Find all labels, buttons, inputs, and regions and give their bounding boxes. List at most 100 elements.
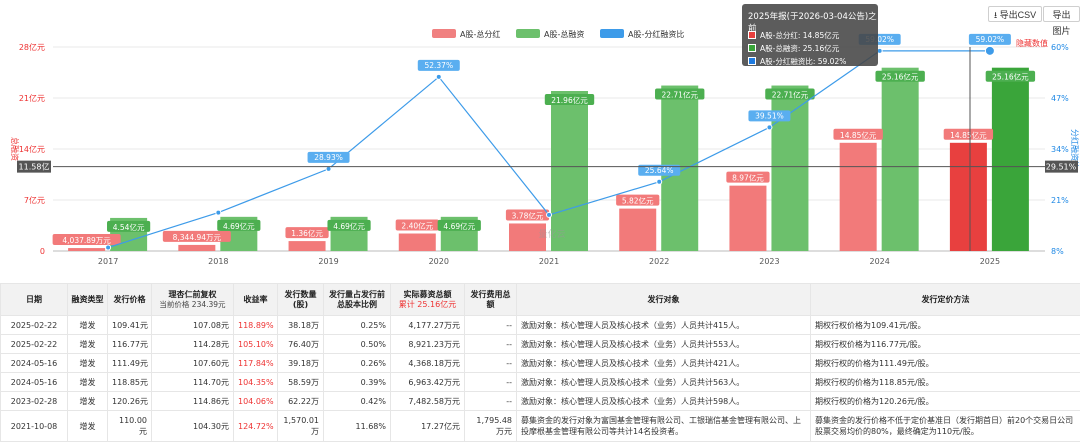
chart-panel: 08%7亿元21%14亿元34%21亿元47%28亿元60%总融资分红融资比A股…: [0, 0, 1080, 272]
table-cell: 激励对象：核心管理人员及核心技术（业务）人员共计563人。: [517, 373, 811, 392]
table-row: 2024-05-16增发118.85元114.70元104.35%58.59万0…: [1, 373, 1080, 392]
table-cell: 期权行权价格为109.41元/股。: [811, 316, 1080, 335]
table-cell: 114.28元: [152, 335, 234, 354]
legend-swatch-icon: [748, 31, 756, 39]
dividend-bar: [619, 209, 656, 251]
table-cell: 期权行权的价格为120.26元/股。: [811, 392, 1080, 411]
col-date[interactable]: 日期: [1, 284, 68, 316]
col-ratio[interactable]: 发行量占发行前总股本比例: [324, 284, 391, 316]
dividend-bar: [729, 186, 766, 251]
col-shares[interactable]: 发行数量(股): [278, 284, 324, 316]
table-cell: 0.39%: [324, 373, 391, 392]
table-cell: 增发: [68, 354, 108, 373]
table-cell: 107.60元: [152, 354, 234, 373]
x-tick-label: 2025: [980, 257, 1000, 266]
table-cell: 104.35%: [234, 373, 278, 392]
col-fee[interactable]: 发行费用总额: [465, 284, 517, 316]
ratio-point: [767, 125, 772, 130]
table-cell: 8,921.23万元: [391, 335, 465, 354]
table-cell: 激励对象：核心管理人员及核心技术（业务）人员共计553人。: [517, 335, 811, 354]
tooltip-row-text: A股-分红融资比: 59.02%: [760, 57, 846, 66]
legend-swatch: [516, 29, 540, 38]
table-cell: --: [465, 354, 517, 373]
table-cell: 105.10%: [234, 335, 278, 354]
x-tick-label: 2021: [539, 257, 559, 266]
y-left-tick-label: 21亿元: [19, 93, 45, 103]
table-cell: 114.86元: [152, 392, 234, 411]
dividend-data-label: 8.97亿元: [732, 173, 764, 183]
dividend-bar: [289, 241, 326, 251]
table-cell: 38.18万: [278, 316, 324, 335]
dividend-bar: [840, 143, 877, 251]
ratio-data-label: 59.02%: [976, 35, 1005, 44]
x-tick-label: 2020: [429, 257, 449, 266]
col-raised[interactable]: 实际募资总额累计 25.16亿元: [391, 284, 465, 316]
table-cell: 2025-02-22: [1, 316, 68, 335]
table-cell: --: [465, 316, 517, 335]
y-left-tick-label: 7亿元: [24, 195, 45, 205]
table-cell: --: [465, 392, 517, 411]
table-cell: 期权行权价格为116.77元/股。: [811, 335, 1080, 354]
table-row: 2025-02-22增发109.41元107.08元118.89%38.18万0…: [1, 316, 1080, 335]
ratio-point: [657, 179, 662, 184]
col-yield[interactable]: 收益率: [234, 284, 278, 316]
table-cell: 0.25%: [324, 316, 391, 335]
col-raised-label: 实际募资总额: [404, 290, 452, 299]
table-cell: 0.26%: [324, 354, 391, 373]
dividend-data-label: 4,037.89万元: [62, 236, 111, 245]
table-cell: 增发: [68, 335, 108, 354]
financing-data-label: 22.71亿元: [772, 90, 809, 100]
tooltip-row-dividend: A股-总分红: 14.85亿元: [748, 31, 839, 41]
issuance-table: 日期 融资类型 发行价格 理杏仁前复权当前价格 234.39元 收益率 发行数量…: [0, 283, 1080, 442]
table-cell: --: [465, 373, 517, 392]
ratio-data-label: 52.37%: [424, 61, 453, 70]
x-tick-label: 2019: [318, 257, 338, 266]
table-cell: 7,482.58万元: [391, 392, 465, 411]
dividend-data-label: 14.85亿元: [840, 130, 877, 140]
financing-data-label: 25.16亿元: [882, 72, 919, 82]
col-pricing[interactable]: 发行定价方法: [811, 284, 1080, 316]
legend-swatch: [600, 29, 624, 38]
table-cell: 期权行权的价格为118.85元/股。: [811, 373, 1080, 392]
table-cell: 期权行权的价格为111.49元/股。: [811, 354, 1080, 373]
current-price-note: 当前价格 234.39元: [159, 300, 225, 309]
table-row: 2023-02-28增发120.26元114.86元104.06%62.22万0…: [1, 392, 1080, 411]
col-price[interactable]: 发行价格: [108, 284, 152, 316]
watermark: 量化云: [538, 228, 565, 240]
export-image-button[interactable]: 导出图片: [1043, 6, 1080, 22]
dividend-data-label: 14.85亿元: [950, 130, 987, 140]
tooltip-row-financing: A股-总融资: 25.16亿元: [748, 44, 839, 54]
export-csv-button[interactable]: ⭳ 导出CSV: [988, 6, 1042, 22]
dividend-data-label: 1.36亿元: [291, 228, 323, 238]
x-tick-label: 2024: [869, 257, 889, 266]
x-tick-label: 2018: [208, 257, 228, 266]
table-cell: 增发: [68, 316, 108, 335]
y-right-tick-label: 60%: [1051, 43, 1069, 52]
table-cell: 116.77元: [108, 335, 152, 354]
legend-item-label: A股-总融资: [544, 29, 584, 39]
financing-bar: [882, 68, 919, 251]
ratio-point: [985, 46, 994, 55]
table-cell: 58.59万: [278, 373, 324, 392]
col-target[interactable]: 发行对象: [517, 284, 811, 316]
y-right-tick-label: 8%: [1051, 247, 1064, 256]
x-tick-label: 2022: [649, 257, 669, 266]
x-tick-label: 2023: [759, 257, 779, 266]
dividend-bar: [178, 245, 215, 251]
table-cell: 120.26元: [108, 392, 152, 411]
financing-data-label: 4.54亿元: [113, 222, 145, 232]
legend-item-label: A股-总分红: [460, 29, 500, 39]
export-csv-label: 导出CSV: [1000, 10, 1037, 20]
chart-tooltip: 2025年报(于2026-03-04公告)之前 A股-总分红: 14.85亿元 …: [742, 4, 878, 66]
crosshair-right-value: 29.51%: [1046, 163, 1077, 172]
dividend-bar: [950, 143, 987, 251]
table-cell: 4,177.27万元: [391, 316, 465, 335]
col-type[interactable]: 融资类型: [68, 284, 108, 316]
financing-data-label: 4.69亿元: [443, 221, 475, 231]
legend-swatch-icon: [748, 44, 756, 52]
table-cell: 增发: [68, 392, 108, 411]
table-cell: 62.22万: [278, 392, 324, 411]
col-adjusted[interactable]: 理杏仁前复权当前价格 234.39元: [152, 284, 234, 316]
ratio-data-label: 39.51%: [755, 111, 784, 120]
ratio-point: [547, 212, 552, 217]
